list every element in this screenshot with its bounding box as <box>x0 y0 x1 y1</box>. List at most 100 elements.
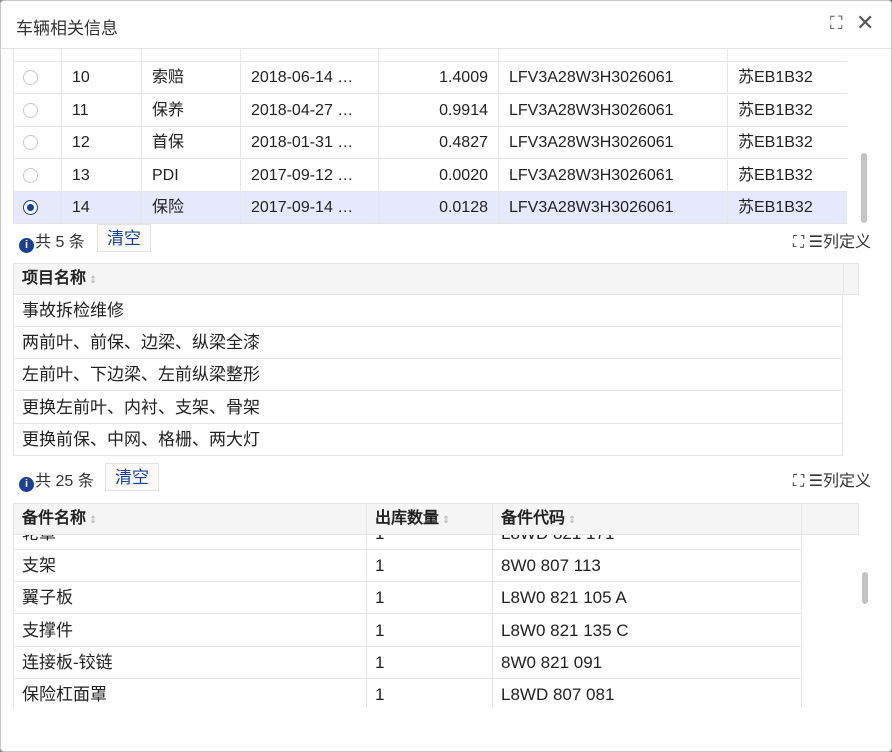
table-row[interactable]: 12 首保 2018-01-31 … 0.4827 LFV3A28W3H3026061 苏… <box>14 127 847 159</box>
cell-code: L8W0 821 105 A <box>493 582 802 615</box>
sort-icon: ⇕ <box>568 515 577 526</box>
table-row[interactable]: 支架 1 8W0 807 113 <box>13 550 802 583</box>
table-row[interactable]: 连接板-铰链 1 8W0 821 091 <box>13 646 802 679</box>
cell-code: L8W0 821 135 C <box>493 614 802 647</box>
parts-toolbar: i共 25 条 清空 ⛶ ☰列定义 <box>13 463 871 493</box>
radio-button[interactable] <box>23 102 38 118</box>
radio-button[interactable] <box>23 200 38 215</box>
table-row[interactable]: 10 索赔 2018-06-14 … 1.4009 LFV3A28W3H3026061 苏… <box>14 62 847 94</box>
cell-name: 连接板-铰链 <box>14 646 367 679</box>
cell-qty: 1 <box>367 582 493 615</box>
list-item[interactable]: 左前叶、下边梁、左前纵梁整形 <box>13 359 843 392</box>
parts-count-text: 共 25 条 <box>35 473 94 490</box>
cell-radio[interactable] <box>14 94 62 127</box>
cell-vin: LFV3A28W3H3026061 <box>499 62 728 94</box>
cell-qty: 1 <box>367 535 493 550</box>
cell-date: 2017-09-14 … <box>241 192 379 224</box>
table-row[interactable]: 支撑件 1 L8W0 821 135 C <box>13 614 802 647</box>
fullscreen-icon[interactable]: ⛶ <box>793 234 804 251</box>
cell-qty: 1 <box>367 679 493 708</box>
items-grid-header: 项目名称 ⇕ <box>13 263 859 295</box>
cell-radio[interactable] <box>14 159 62 192</box>
maximize-icon[interactable]: ⛶ <box>830 13 843 34</box>
cell-type: 保险 <box>142 192 241 224</box>
cell-name: 支撑件 <box>14 614 367 647</box>
dialog-titlebar: 车辆相关信息 ⛶ ✕ <box>1 1 891 49</box>
column-header-text: 出库数量 <box>375 510 440 527</box>
cell-name: 轮罩 <box>14 535 367 550</box>
items-count: i共 5 条 <box>19 228 85 253</box>
cell-type: 保养 <box>142 94 241 127</box>
cell-code: 8W0 807 113 <box>493 550 802 583</box>
cell-radio[interactable] <box>14 192 62 224</box>
records-scrollbar[interactable] <box>861 153 867 223</box>
table-row[interactable]: 11 保养 2018-04-27 … 0.9914 LFV3A28W3H3026061 苏… <box>14 94 847 127</box>
dialog-title: 车辆相关信息 <box>16 19 118 38</box>
table-row[interactable]: 轮罩1L8WD 821 171 <box>13 535 802 550</box>
cell-code: L8WD 821 171 <box>493 535 802 550</box>
items-count-text: 共 5 条 <box>35 234 85 251</box>
cell-name: 支架 <box>14 550 367 583</box>
cell-vin: LFV3A28W3H3026061 <box>499 192 728 224</box>
cell-type: 首保 <box>142 127 241 159</box>
column-header-text: 项目名称 <box>22 270 87 287</box>
parts-count: i共 25 条 <box>19 467 94 492</box>
cell-no: 11 <box>62 94 142 127</box>
info-icon: i <box>19 477 34 492</box>
items-grid: 项目名称 ⇕ 事故拆检维修 两前叶、前保、边梁、纵梁全漆 左前叶、下边梁、左前纵梁整形… <box>13 263 859 459</box>
cell-date: 2018-04-27 … <box>241 94 379 127</box>
cell-qty: 1 <box>367 550 493 583</box>
records-header-remnant <box>14 49 847 62</box>
sort-icon: ⇕ <box>89 275 98 286</box>
cell-no: 12 <box>62 127 142 159</box>
fullscreen-icon[interactable]: ⛶ <box>793 473 804 490</box>
table-row[interactable]: 13 PDI 2017-09-12 … 0.0020 LFV3A28W3H3026061… <box>14 159 847 192</box>
table-row[interactable]: 14 保险 2017-09-14 … 0.0128 LFV3A28W3H3026061 苏… <box>14 192 847 224</box>
dialog-content: 10 索赔 2018-06-14 … 1.4009 LFV3A28W3H3026061 苏… <box>13 49 871 751</box>
list-item[interactable]: 事故拆检维修 <box>13 295 843 327</box>
cell-plate: 苏EB1B32 <box>728 160 847 192</box>
parts-grid: 备件名称⇕ 出库数量⇕ 备件代码⇕ 轮罩1L8WD 821 171支架18W0 … <box>13 503 859 708</box>
cell-plate: 苏EB1B32 <box>728 95 847 127</box>
cell-vin: LFV3A28W3H3026061 <box>499 127 728 159</box>
column-def-button[interactable]: ☰列定义 <box>809 473 871 490</box>
table-row[interactable]: 保险杠面罩 1 L8WD 807 081 <box>13 679 802 708</box>
cell-plate: 苏EB1B32 <box>728 62 847 94</box>
cell-amount: 0.0128 <box>379 192 499 224</box>
parts-scrollbar[interactable] <box>862 572 868 604</box>
cell-no: 14 <box>62 192 142 224</box>
list-item[interactable]: 更换前保、中网、格栅、两大灯 <box>13 423 843 456</box>
column-header-text: 备件名称 <box>22 510 87 527</box>
cell-no: 10 <box>62 62 142 94</box>
cell-amount: 1.4009 <box>379 62 499 94</box>
sort-icon: ⇕ <box>442 515 451 526</box>
list-item[interactable]: 两前叶、前保、边梁、纵梁全漆 <box>13 327 843 360</box>
close-icon[interactable]: ✕ <box>856 10 874 36</box>
cell-radio[interactable] <box>14 62 62 94</box>
list-item[interactable]: 更换左前叶、内衬、支架、骨架 <box>13 391 843 424</box>
column-def-button[interactable]: ☰列定义 <box>809 234 871 251</box>
radio-button[interactable] <box>23 70 38 85</box>
column-header-part-name[interactable]: 备件名称 ⇕ <box>14 504 367 534</box>
cell-no: 13 <box>62 159 142 192</box>
cell-date: 2018-06-14 … <box>241 62 379 94</box>
radio-button[interactable] <box>23 135 38 150</box>
parts-column-def: ⛶ ☰列定义 <box>793 467 871 491</box>
column-header-part-code[interactable]: 备件代码 ⇕ <box>493 504 802 534</box>
cell-code: L8WD 807 081 <box>493 679 802 708</box>
cell-amount: 0.0020 <box>379 159 499 192</box>
cell-qty: 1 <box>367 614 493 647</box>
items-toolbar: i共 5 条 清空 ⛶ ☰列定义 <box>13 224 871 254</box>
cell-amount: 0.9914 <box>379 94 499 127</box>
parts-clear-button[interactable]: 清空 <box>105 463 159 491</box>
cell-radio[interactable] <box>14 127 62 159</box>
cell-date: 2018-01-31 … <box>241 127 379 159</box>
table-row[interactable]: 翼子板 1 L8W0 821 105 A <box>13 582 802 615</box>
info-icon: i <box>19 238 34 253</box>
column-header-item-name[interactable]: 项目名称 ⇕ <box>14 264 844 294</box>
items-clear-button[interactable]: 清空 <box>97 224 151 252</box>
cell-vin: LFV3A28W3H3026061 <box>499 94 728 127</box>
column-header-quantity[interactable]: 出库数量 ⇕ <box>367 504 493 534</box>
radio-button[interactable] <box>23 167 38 183</box>
cell-plate: 苏EB1B32 <box>728 127 847 159</box>
